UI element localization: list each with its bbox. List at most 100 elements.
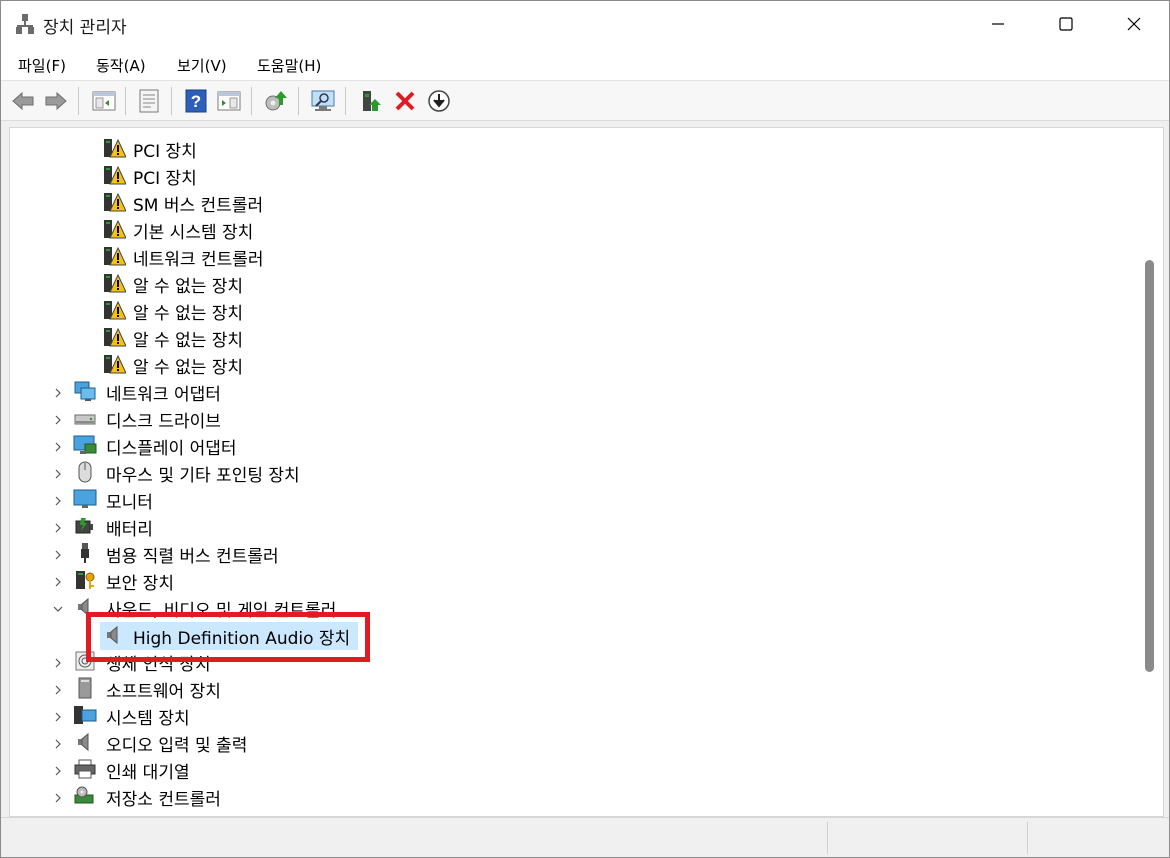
network-adapter-icon [74,381,96,401]
window-title: 장치 관리자 [43,18,127,38]
warning-device-icon [104,300,126,320]
device-tree[interactable]: PCI 장치 PCI 장치 SM 버스 컨트롤러 기본 시스템 장치 네트워크 … [9,127,1164,817]
properties-icon [139,89,159,113]
tree-item-label: 네트워크 컨트롤러 [133,250,264,270]
minimize-icon [992,23,1004,25]
tree-category-label: 배터리 [106,520,153,540]
battery-icon [75,518,93,534]
tree-item-label: 알 수 없는 장치 [133,304,244,324]
software-device-icon [78,677,92,699]
monitor-icon [73,489,97,508]
minimize-button[interactable] [963,1,1033,47]
tree-category-label: 소프트웨어 장치 [106,682,221,702]
tree-category-label: 모니터 [106,493,153,513]
warning-device-icon [104,219,126,239]
maximize-icon [1059,17,1073,31]
device-manager-icon [16,14,34,34]
printer-icon [74,759,96,779]
update-driver-button[interactable] [263,88,289,114]
uninstall-device-button[interactable] [392,88,418,114]
chevron-right-icon[interactable] [52,765,64,777]
scan-hardware-icon [311,90,335,111]
tree-category-label: 인쇄 대기열 [106,763,190,783]
usb-icon [81,543,89,563]
chevron-right-icon[interactable] [52,657,64,669]
disk-drive-icon [74,414,96,425]
warning-device-icon [104,192,126,212]
warning-device-icon [104,138,126,158]
chevron-right-icon[interactable] [52,792,64,804]
show-hide-console-tree-button[interactable] [91,88,117,114]
close-button[interactable] [1099,1,1169,47]
enable-device-button[interactable] [359,88,385,114]
properties-button[interactable] [136,88,162,114]
scrollbar-thumb[interactable] [1145,260,1154,672]
chevron-right-icon[interactable] [52,414,64,426]
chevron-right-icon[interactable] [52,738,64,750]
storage-controller-icon [74,786,94,804]
system-device-icon [74,706,97,724]
enable-device-icon [363,91,381,111]
forward-button[interactable] [43,88,69,114]
tree-category-label: 디스크 드라이브 [106,412,221,432]
chevron-down-icon[interactable] [52,603,64,615]
forward-icon [45,91,67,111]
tree-category-label: 시스템 장치 [106,709,190,729]
menu-view[interactable]: 보기(V) [177,55,227,76]
warning-device-icon [104,327,126,347]
menu-action[interactable]: 동작(A) [96,55,146,76]
tree-category-label: 보안 장치 [106,574,174,594]
chevron-right-icon[interactable] [52,441,64,453]
tree-category-label: 디스플레이 어댑터 [106,439,237,459]
download-icon [428,90,450,112]
tree-item-label: 기본 시스템 장치 [133,223,254,243]
toolbar: ? [1,81,1169,121]
tree-item-label: PCI 장치 [133,169,197,189]
tree-item-label: PCI 장치 [133,142,197,162]
tree-category-label: 네트워크 어댑터 [106,385,221,405]
status-pane [1027,822,1167,854]
menu-bar: 파일(F) 동작(A) 보기(V) 도움말(H) [1,47,1169,81]
uninstall-device-icon [395,91,415,111]
title-bar[interactable]: 장치 관리자 [1,1,1169,47]
show-hide-console-tree-icon [92,91,116,111]
chevron-right-icon[interactable] [52,711,64,723]
chevron-right-icon[interactable] [52,576,64,588]
chevron-right-icon[interactable] [52,549,64,561]
back-button[interactable] [10,88,36,114]
close-icon [1127,17,1141,31]
vertical-scrollbar[interactable] [1139,128,1163,816]
tree-item-label: 알 수 없는 장치 [133,277,244,297]
run-action-button[interactable] [216,88,242,114]
back-icon [12,91,34,111]
chevron-right-icon[interactable] [52,387,64,399]
help-icon: ? [185,89,207,113]
tree-category-label: 범용 직렬 버스 컨트롤러 [106,547,279,567]
update-driver-icon [265,91,287,111]
tree-category-label: 오디오 입력 및 출력 [106,736,248,756]
tree-category-label: 저장소 컨트롤러 [106,790,221,810]
display-adapter-icon [73,435,97,454]
mouse-icon [78,461,92,483]
run-action-icon [217,91,241,111]
scan-hardware-button[interactable] [310,88,336,114]
warning-device-icon [104,165,126,185]
download-button[interactable] [426,88,452,114]
speaker-icon [78,732,89,752]
status-pane [827,822,1027,854]
chevron-right-icon[interactable] [52,468,64,480]
tree-item-label: 알 수 없는 장치 [133,358,244,378]
device-manager-window: 장치 관리자 파일(F) 동작(A) 보기(V) 도움말(H) ? PCI 장치… [0,0,1170,858]
help-button[interactable]: ? [183,88,209,114]
maximize-button[interactable] [1031,1,1101,47]
chevron-right-icon[interactable] [52,522,64,534]
menu-file[interactable]: 파일(F) [18,55,66,76]
chevron-right-icon[interactable] [52,684,64,696]
menu-help[interactable]: 도움말(H) [257,55,321,76]
tree-category-label: 마우스 및 기타 포인팅 장치 [106,466,300,486]
warning-device-icon [104,246,126,266]
chevron-right-icon[interactable] [52,495,64,507]
warning-device-icon [104,273,126,293]
tree-item-label: 알 수 없는 장치 [133,331,244,351]
warning-device-icon [104,354,126,374]
